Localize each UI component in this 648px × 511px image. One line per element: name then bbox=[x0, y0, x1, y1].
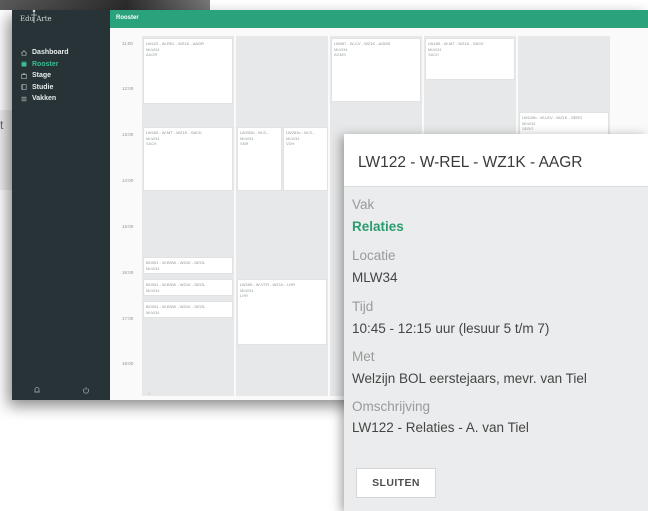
schedule-event[interactable]: LW122 - W-REL - WZ1K - AAGR MLW34 AAGR bbox=[143, 38, 233, 104]
field-value-tijd: 10:45 - 12:15 uur (lesuur 5 t/m 7) bbox=[352, 321, 550, 336]
time-label: 11:00 bbox=[122, 41, 133, 46]
schedule-event[interactable]: LW165 - W-MT - WZ1K - SACK MLW34 SACK bbox=[143, 127, 233, 191]
modal-title: LW122 - W-REL - WZ1K - AAGR bbox=[358, 154, 583, 171]
sidebar-item-dashboard[interactable]: Dashboard bbox=[12, 47, 110, 59]
sidebar: Edu Arte Dashboard Rooster Stage Studie … bbox=[12, 9, 110, 400]
schedule-footer-marker: + bbox=[148, 391, 151, 396]
sidebar-item-label: Stage bbox=[32, 72, 52, 80]
screenshot-stage: t Edu Arte Dashboard Rooster Stage Studi… bbox=[0, 0, 648, 511]
schedule-event[interactable]: LW159 - W-VTR - WZ1K - LHR MLW34 LHR bbox=[237, 279, 327, 345]
event-teacher: SERO bbox=[522, 126, 534, 132]
schedule-event[interactable]: LW165 - W-MT - WZ1K - SACK MLW34 SACK bbox=[425, 38, 515, 80]
time-label: 14:00 bbox=[122, 178, 134, 183]
book-icon bbox=[21, 84, 27, 90]
time-label: 18:00 bbox=[122, 361, 134, 366]
sidebar-item-label: Rooster bbox=[32, 60, 59, 68]
field-label-met: Met bbox=[352, 349, 375, 364]
background-text-fragment: t bbox=[0, 118, 4, 132]
sidebar-item-label: Vakken bbox=[32, 95, 57, 103]
sidebar-item-studie[interactable]: Studie bbox=[12, 82, 110, 94]
time-label: 13:00 bbox=[122, 132, 134, 137]
event-location: MLW34 bbox=[146, 309, 160, 315]
event-location: MLW34 bbox=[146, 265, 160, 271]
event-teacher: LHR bbox=[240, 293, 249, 299]
schedule-event[interactable]: BO001 - W-BSW - WZ1K - DEOL MLW34 bbox=[143, 301, 233, 318]
event-teacher: AGMS bbox=[334, 52, 346, 58]
sidebar-item-vakken[interactable]: Vakken bbox=[12, 93, 110, 105]
schedule-event[interactable]: LW252b - W-S... MLW34 SNR bbox=[237, 127, 282, 191]
sidebar-item-stage[interactable]: Stage bbox=[12, 70, 110, 82]
time-label: 16:00 bbox=[122, 270, 134, 275]
logo-figure-icon bbox=[31, 9, 37, 23]
field-value-omschrijving: LW122 - Relaties - A. van Tiel bbox=[352, 420, 529, 435]
home-icon bbox=[21, 49, 27, 56]
field-label-locatie: Locatie bbox=[352, 248, 396, 263]
schedule-event[interactable]: BO001 - W-BSW - WZ1K - DEOL MLW34 bbox=[143, 279, 233, 296]
calendar-icon bbox=[21, 62, 27, 67]
field-value-vak: Relaties bbox=[352, 219, 404, 234]
time-label: 15:00 bbox=[122, 224, 134, 229]
time-label: 12:00 bbox=[122, 86, 134, 91]
field-label-omschrijving: Omschrijving bbox=[352, 399, 431, 414]
time-label: 17:00 bbox=[122, 316, 134, 321]
sidebar-item-label: Studie bbox=[32, 83, 54, 91]
schedule-event[interactable]: BO001 - W-BSW - WZ1K - DEOL MLW34 bbox=[143, 257, 233, 274]
list-icon bbox=[21, 96, 27, 101]
event-location: MLW34 bbox=[146, 287, 160, 293]
field-label-tijd: Tijd bbox=[352, 299, 374, 314]
field-label-vak: Vak bbox=[352, 197, 375, 212]
sidebar-nav: Dashboard Rooster Stage Studie Vakken bbox=[12, 47, 110, 105]
modal-header: LW122 - W-REL - WZ1K - AAGR bbox=[344, 134, 648, 187]
sidebar-item-rooster[interactable]: Rooster bbox=[12, 59, 110, 71]
schedule-event[interactable]: LW057 - W-CV - WZ1K - AGMS MLW34 AGMS bbox=[331, 38, 421, 102]
bell-icon[interactable] bbox=[33, 386, 41, 394]
field-value-met: Welzijn BOL eerstejaars, mevr. van Tiel bbox=[352, 371, 587, 386]
sidebar-item-label: Dashboard bbox=[32, 49, 69, 57]
event-detail-modal: LW122 - W-REL - WZ1K - AAGR Vak Relaties… bbox=[344, 134, 648, 511]
event-teacher: SACK bbox=[428, 52, 439, 58]
event-teacher: VDH bbox=[286, 141, 295, 147]
page-title: Rooster bbox=[116, 15, 139, 21]
time-column: 11:00 12:00 13:00 14:00 15:00 16:00 17:0… bbox=[110, 28, 142, 400]
briefcase-icon bbox=[21, 73, 27, 79]
event-teacher: SACK bbox=[146, 141, 157, 147]
header-bar: Rooster bbox=[110, 10, 648, 28]
schedule-event[interactable]: LW251b - W-S... MLW34 VDH bbox=[283, 127, 328, 191]
power-icon[interactable] bbox=[82, 386, 90, 394]
event-teacher: SNR bbox=[240, 141, 249, 147]
field-value-locatie: MLW34 bbox=[352, 270, 398, 285]
sidebar-footer bbox=[12, 380, 110, 400]
close-button[interactable]: SLUITEN bbox=[356, 468, 436, 498]
event-teacher: AAGR bbox=[146, 52, 158, 58]
